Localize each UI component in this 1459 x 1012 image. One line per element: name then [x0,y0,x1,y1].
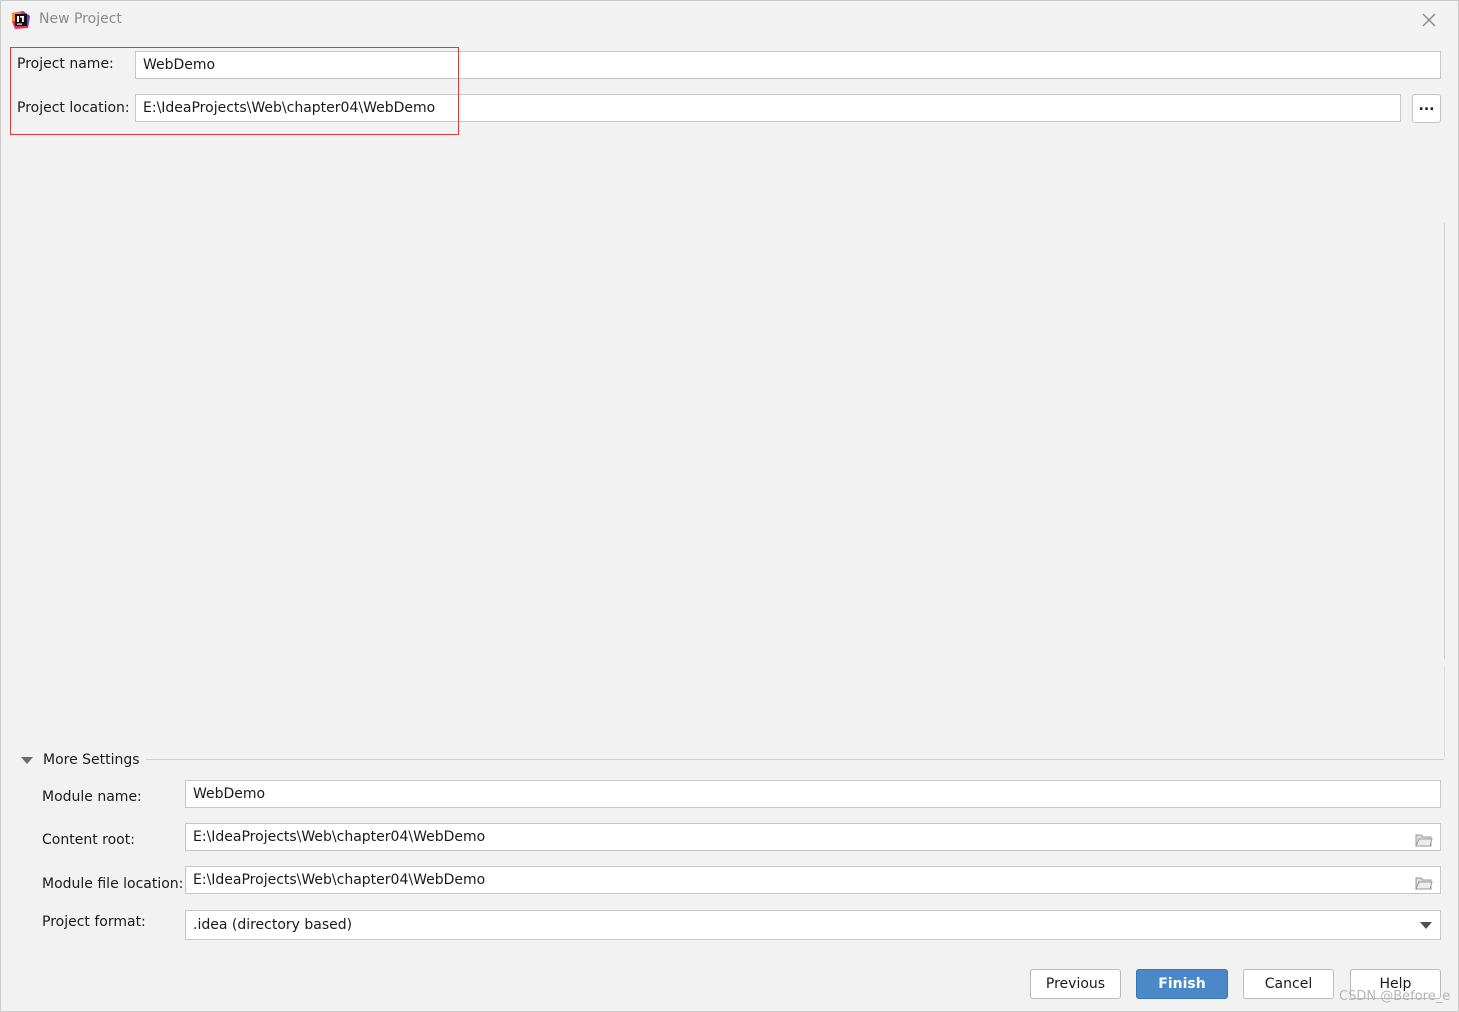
module-file-location-input[interactable]: E:\IdeaProjects\Web\chapter04\WebDemo [185,866,1441,894]
module-name-input[interactable]: WebDemo [185,780,1441,808]
content-root-value: E:\IdeaProjects\Web\chapter04\WebDemo [193,829,486,845]
project-location-input[interactable]: E:\IdeaProjects\Web\chapter04\WebDemo [135,94,1401,122]
cancel-button[interactable]: Cancel [1243,969,1334,999]
scrollbar[interactable] [1444,223,1445,659]
module-file-location-value: E:\IdeaProjects\Web\chapter04\WebDemo [193,872,486,888]
close-icon [1422,13,1436,27]
module-name-label: Module name: [42,789,142,805]
browse-location-button[interactable]: ... [1412,94,1441,123]
content-root-input[interactable]: E:\IdeaProjects\Web\chapter04\WebDemo [185,823,1441,851]
chevron-down-icon [1420,922,1432,929]
scrollbar-lower [1444,667,1445,757]
finish-button[interactable]: Finish [1136,969,1228,999]
previous-button[interactable]: Previous [1030,969,1121,999]
project-format-label: Project format: [42,914,146,930]
title-bar: New Project [1,1,1458,39]
project-name-label: Project name: [17,56,114,72]
project-format-select[interactable]: .idea (directory based) [185,910,1441,940]
intellij-idea-icon [11,10,31,30]
close-button[interactable] [1415,7,1443,33]
project-name-input[interactable]: WebDemo [135,51,1441,79]
project-location-label: Project location: [17,100,130,116]
dialog-title: New Project [39,11,122,27]
content-root-label: Content root: [42,832,135,848]
project-format-value: .idea (directory based) [193,917,353,933]
expand-arrow-icon [21,756,33,764]
new-project-dialog: New Project Project name: WebDemo Projec… [0,0,1459,1012]
section-divider [146,759,1444,760]
more-settings-title: More Settings [43,752,140,768]
folder-icon[interactable] [1415,830,1433,850]
watermark-text: CSDN @Before_e [1339,989,1451,1004]
folder-icon[interactable] [1415,873,1433,893]
more-settings-toggle[interactable]: More Settings [21,750,140,770]
module-file-location-label: Module file location: [42,876,184,892]
